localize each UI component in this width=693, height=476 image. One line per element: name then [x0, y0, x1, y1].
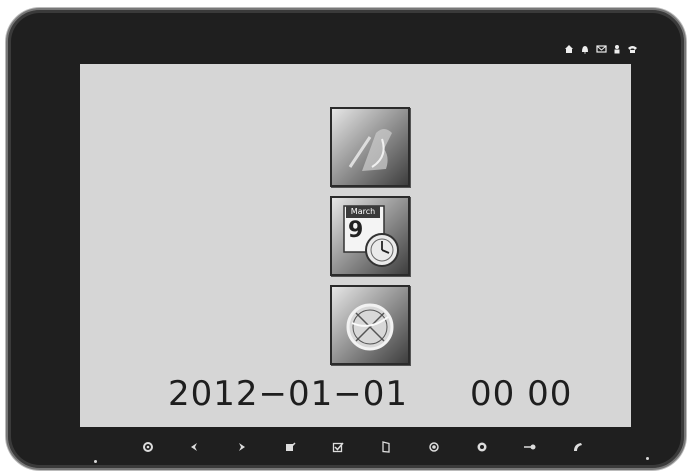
record-button[interactable]: [424, 437, 444, 457]
calendar-menu-tile[interactable]: March 9: [330, 196, 410, 276]
calendar-day-label: 9: [348, 218, 364, 243]
talk-button[interactable]: [568, 437, 588, 457]
door-icon: [382, 441, 390, 453]
left-arrow-icon: [191, 443, 197, 451]
edit-button[interactable]: [280, 437, 300, 457]
indicator-led: [94, 460, 97, 463]
phone-icon: [627, 44, 638, 54]
intercom-menu-tile[interactable]: [330, 107, 410, 187]
door-button[interactable]: [376, 437, 396, 457]
monitor-button[interactable]: [472, 437, 492, 457]
monitor-icon: [477, 442, 487, 452]
intercom-icon: [348, 129, 392, 171]
handset-icon: [574, 443, 582, 451]
bell-icon: [580, 44, 590, 54]
time-display: 00 00: [470, 374, 573, 414]
user-icon: [613, 44, 621, 54]
confirm-button[interactable]: [328, 437, 348, 457]
home-icon: [564, 44, 574, 54]
confirm-icon: [332, 442, 344, 453]
edit-icon: [286, 442, 296, 451]
status-bar: [564, 42, 638, 56]
ban-icon: [346, 303, 394, 351]
mail-icon: [596, 44, 607, 54]
right-button[interactable]: [232, 437, 252, 457]
record-icon: [429, 442, 439, 452]
left-button[interactable]: [184, 437, 204, 457]
hardware-button-row: [138, 437, 608, 457]
settings-icon: [143, 442, 153, 452]
unlock-button[interactable]: [520, 437, 540, 457]
key-icon: [524, 444, 536, 450]
indicator-led: [646, 457, 649, 460]
disable-menu-tile[interactable]: [330, 285, 410, 365]
calendar-month-label: March: [346, 206, 380, 218]
settings-button[interactable]: [138, 437, 158, 457]
date-display: 2012−01−01: [168, 374, 409, 414]
screen: March 9 2012−01−01 00 00: [80, 64, 631, 427]
device-frame: March 9 2012−01−01 00 00: [6, 8, 686, 470]
right-arrow-icon: [239, 443, 245, 451]
